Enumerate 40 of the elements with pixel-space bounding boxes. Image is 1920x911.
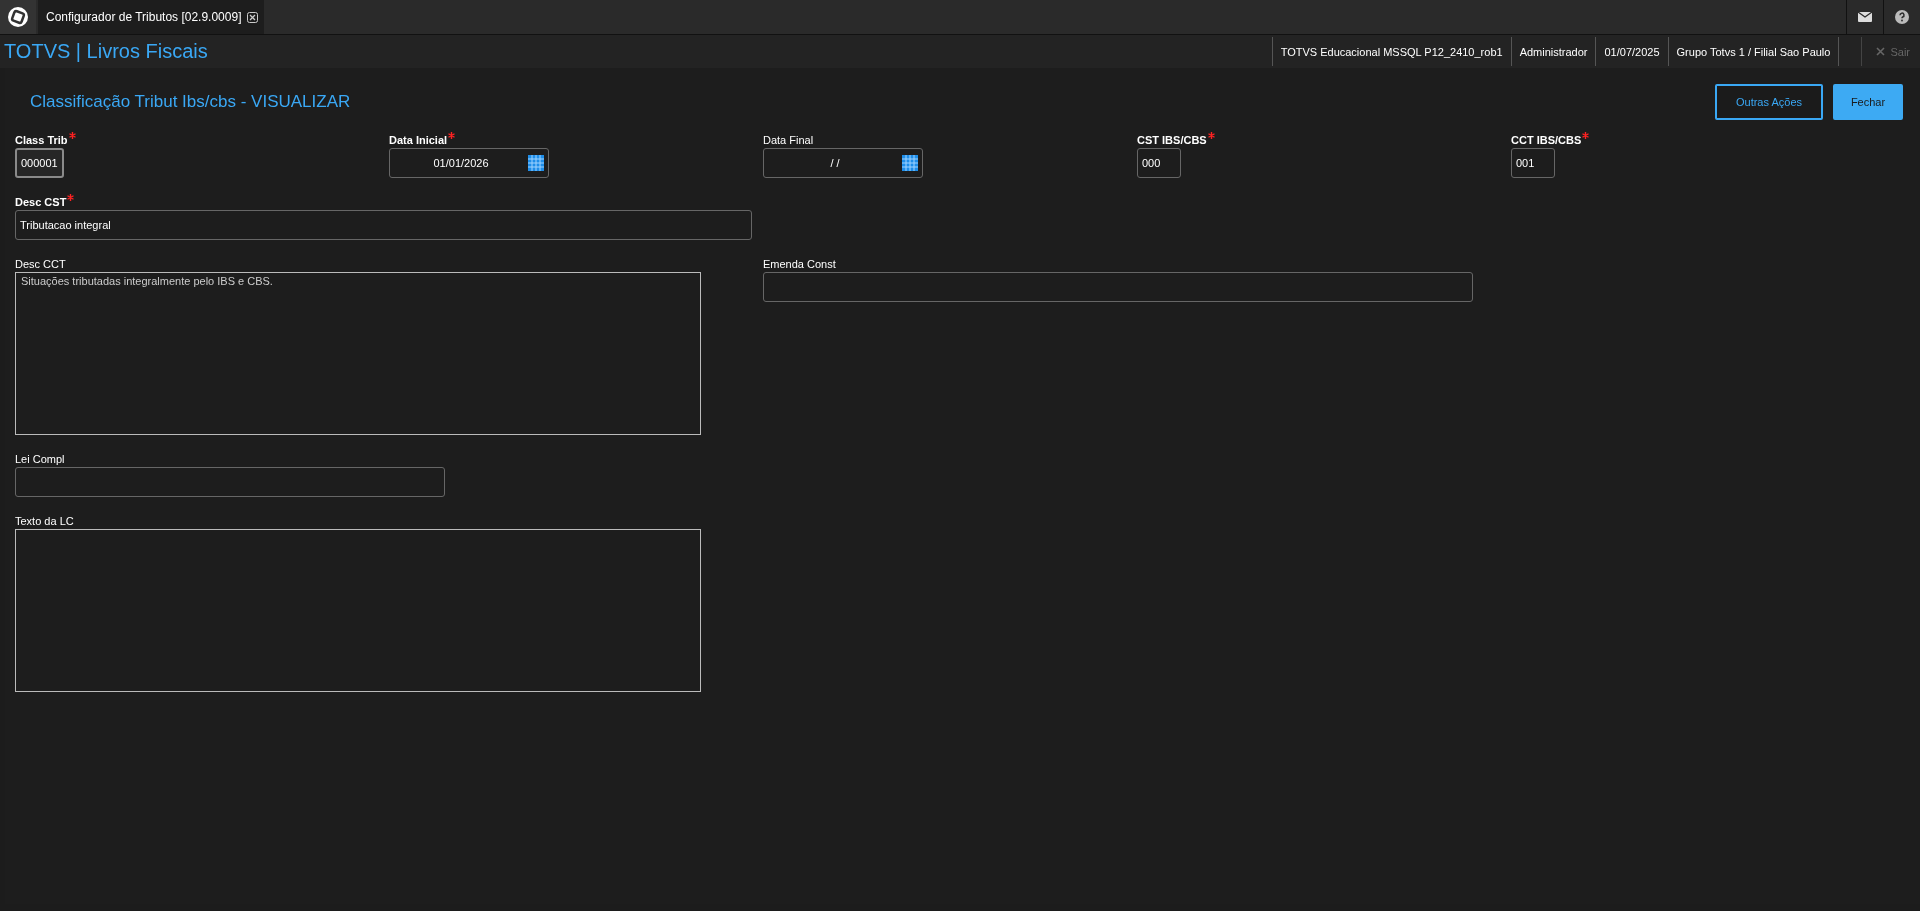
close-button[interactable]: Fechar	[1833, 84, 1903, 120]
field-label: Emenda Const	[763, 258, 836, 270]
session-info: Grupo Totvs 1 / Filial Sao Paulo	[1667, 37, 1839, 66]
field-label: Class Trib	[15, 134, 68, 146]
close-icon[interactable]	[247, 11, 259, 23]
field-label: CCT IBS/CBS	[1511, 134, 1582, 146]
calendar-icon[interactable]	[902, 155, 918, 171]
required-icon	[67, 194, 75, 201]
field-label: CST IBS/CBS	[1137, 134, 1207, 146]
field-label: Data Inicial	[389, 134, 448, 146]
date-field[interactable]: 01/01/2026	[389, 148, 549, 178]
required-icon	[1582, 132, 1590, 139]
actions-button[interactable]: Outras Ações	[1715, 84, 1823, 120]
required-icon	[1207, 132, 1215, 139]
session-info: Administrador	[1510, 37, 1596, 66]
field-label: Texto da LC	[15, 515, 74, 527]
input-field[interactable]	[763, 272, 1473, 302]
date-field[interactable]: / /	[763, 148, 923, 178]
mail-icon[interactable]	[1858, 12, 1872, 22]
tab[interactable]: Configurador de Tributos [02.9.0009]	[38, 0, 265, 34]
required-icon	[448, 132, 456, 139]
required-icon	[68, 132, 76, 139]
input-field[interactable]	[15, 467, 445, 497]
input-field[interactable]: 001	[1511, 148, 1555, 178]
session-info: 01/07/2025	[1595, 37, 1668, 66]
field-label: Desc CCT	[15, 258, 66, 270]
session-info: TOTVS Educacional MSSQL P12_2410_rob1	[1271, 37, 1511, 66]
text-area[interactable]: Situações tributadas integralmente pelo IBS e CBS.	[15, 272, 701, 435]
form-title: Classificação Tribut Ibs/cbs - VISUALIZAR	[29, 92, 352, 112]
input-field[interactable]: 000001	[15, 148, 64, 178]
calendar-icon[interactable]	[528, 155, 544, 171]
logo-icon[interactable]	[7, 6, 29, 28]
input-field[interactable]: 000	[1137, 148, 1181, 178]
field-label: Desc CST	[15, 196, 67, 208]
field-label: Data Final	[763, 134, 814, 146]
help-icon[interactable]	[1895, 10, 1909, 24]
app-title: TOTVS | Livros Fiscais	[3, 39, 208, 64]
close-icon	[1876, 47, 1886, 56]
field-label: Lei Compl	[15, 453, 65, 465]
input-field[interactable]: Tributacao integral	[15, 210, 752, 240]
